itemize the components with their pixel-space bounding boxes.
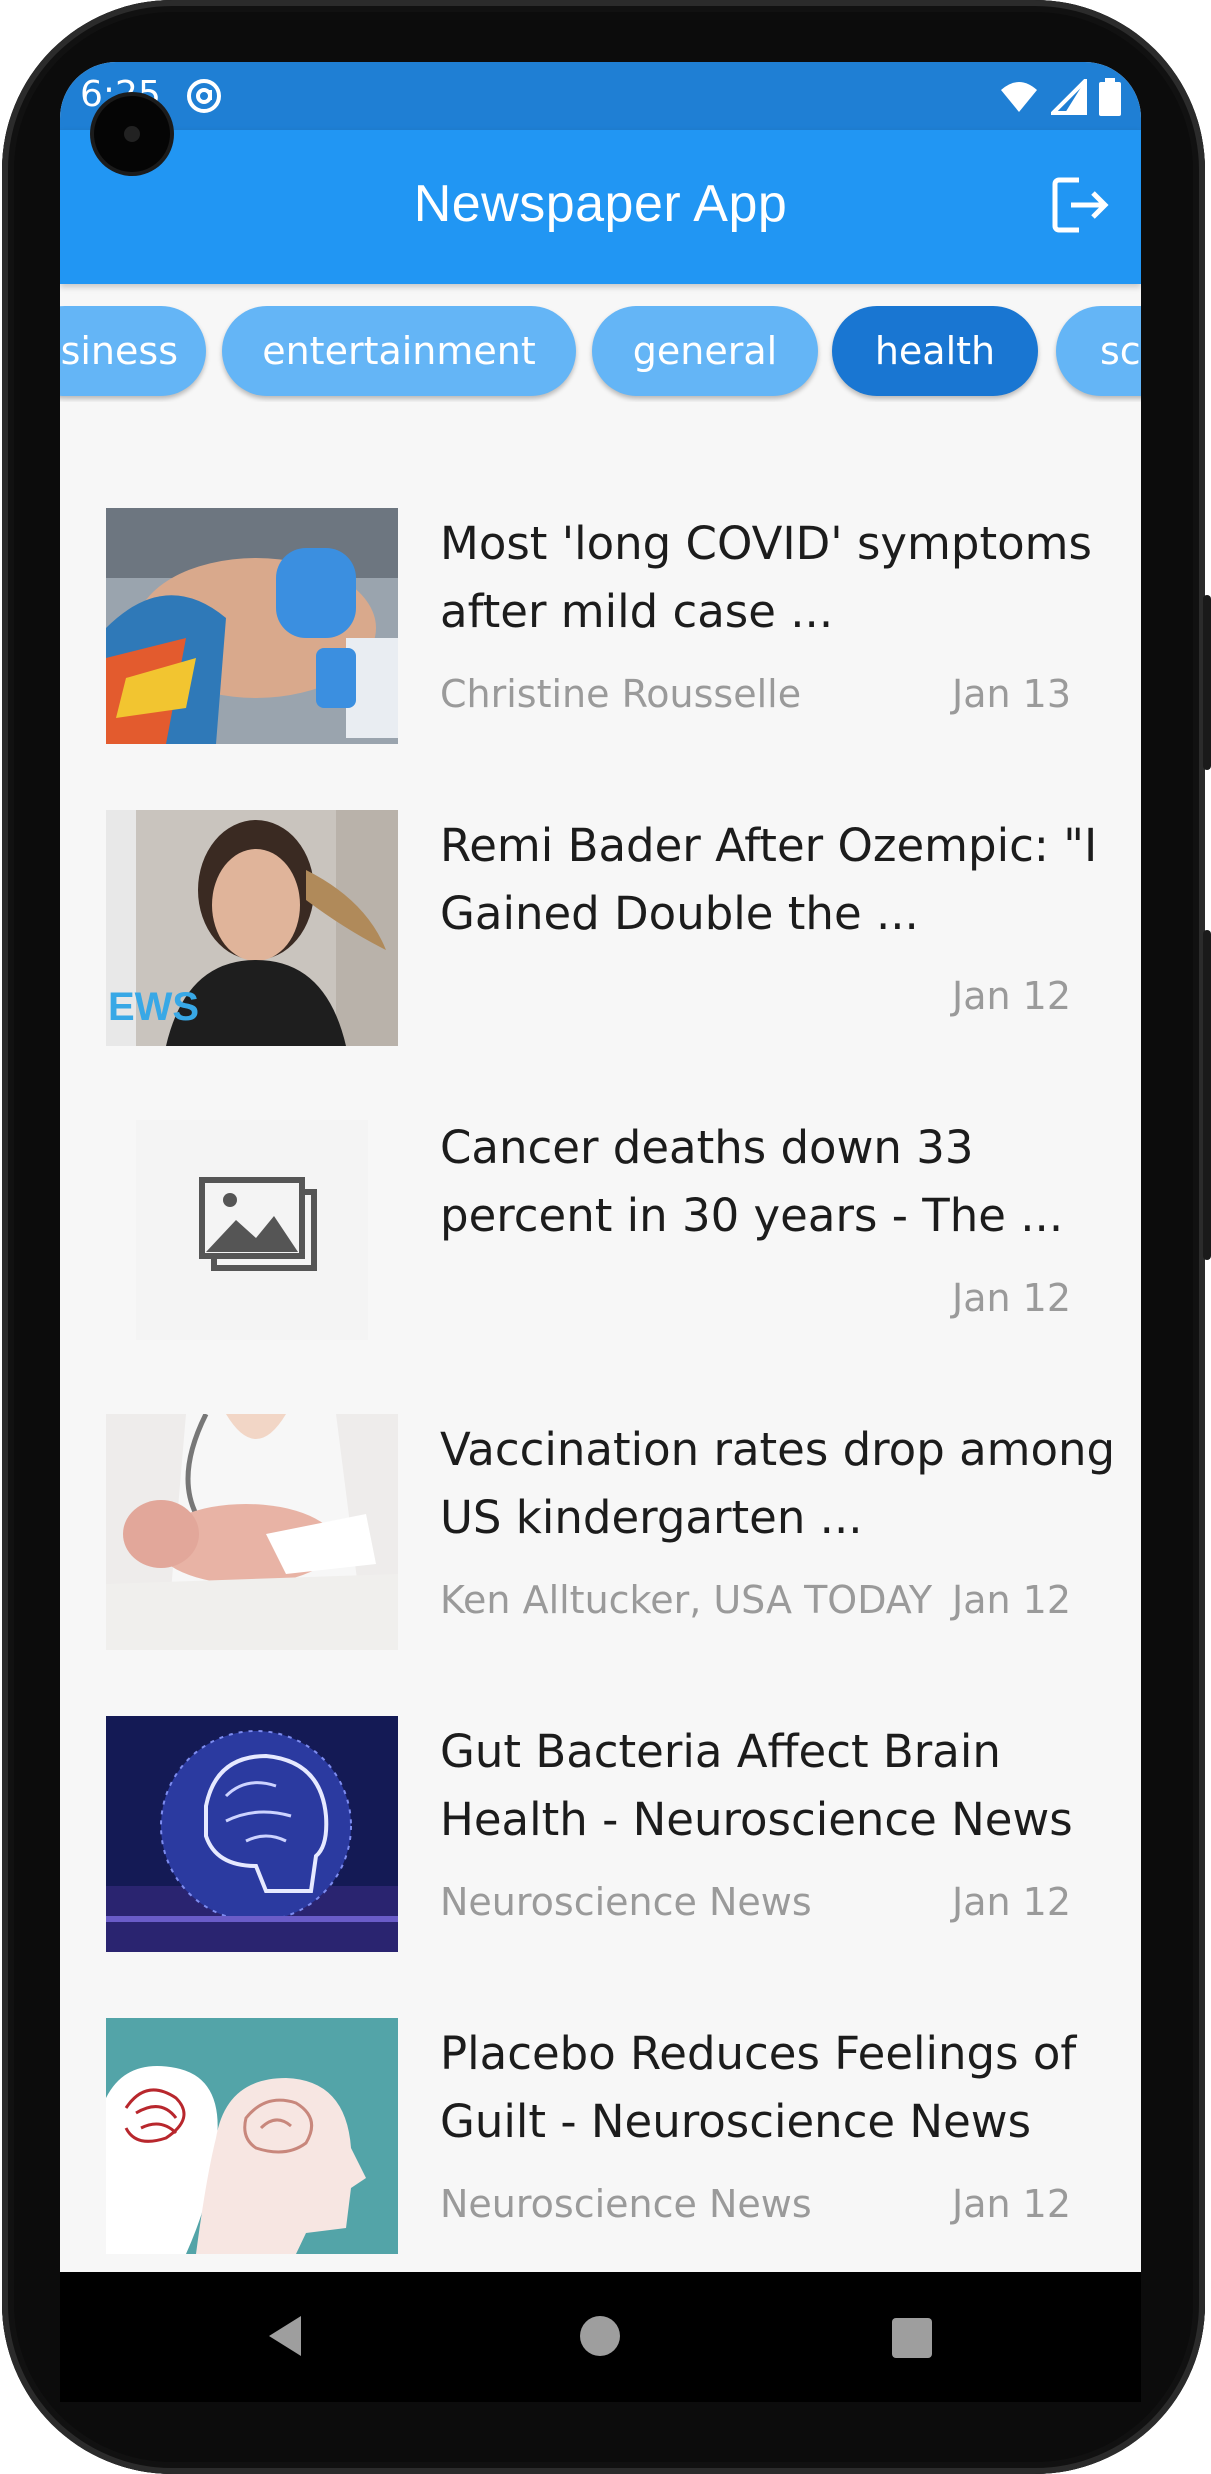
article-headline: Placebo Reduces Feelings of Guilt - Neur… [440,2027,1077,2148]
status-icons [999,78,1121,116]
wifi-icon [1001,82,1037,112]
article-thumbnail [106,508,398,744]
portrait-photo-icon: EWS [106,810,398,1046]
screen: 6:25 Newspaper App siness entertainment … [60,62,1141,2272]
article-headline: Cancer deaths down 33 percent in 30 year… [440,1121,1064,1242]
chip-label: health [874,329,996,373]
chip-label: general [632,329,778,373]
app-bar: Newspaper App [60,130,1141,284]
battery-icon [1099,78,1121,116]
article-source: Christine Rousselle [440,672,802,716]
article-source: Ken Alltucker, USA TODAY [440,1578,933,1622]
volume-button [1203,930,1211,1260]
app-title: Newspaper App [413,175,788,233]
power-button [1203,595,1211,770]
article-item[interactable]: EWS Remi Bader After Ozempic: "I Gained … [60,810,1141,1070]
logout-icon[interactable] [1049,174,1111,236]
article-headline: Most 'long COVID' symptoms after mild ca… [440,517,1092,638]
at-sign-icon [187,79,221,113]
brain-heads-illustration-icon [106,2018,398,2254]
home-icon[interactable] [580,2316,620,2356]
recents-icon[interactable] [892,2318,932,2358]
article-date: Jan 12 [951,1880,1071,1924]
article-source: Neuroscience News [440,1880,812,1924]
chip-entertainment[interactable]: entertainment [222,306,576,396]
back-icon[interactable] [265,2314,305,2358]
signal-icon [1051,79,1087,115]
article-headline: Remi Bader After Ozempic: "I Gained Doub… [440,819,1098,940]
status-bar: 6:25 [60,62,1141,130]
article-source: Neuroscience News [440,2182,812,2226]
image-placeholder-icon [136,1120,368,1340]
article-thumbnail [106,1716,398,1952]
svg-text:EWS: EWS [108,985,199,1029]
brain-network-illustration-icon [106,1716,398,1952]
chip-health[interactable]: health [832,306,1038,396]
chip-general[interactable]: general [592,306,818,396]
front-camera [94,96,170,172]
article-date: Jan 12 [951,2182,1071,2226]
article-headline: Gut Bacteria Affect Brain Health - Neuro… [440,1725,1073,1846]
article-date: Jan 13 [951,672,1071,716]
chip-science[interactable]: sci [1056,306,1141,396]
baby-photo-icon [106,1414,398,1650]
article-date: Jan 12 [951,1578,1071,1622]
article-headline: Vaccination rates drop among US kinderga… [440,1423,1116,1544]
article-date: Jan 12 [951,974,1071,1018]
chip-label: siness [60,329,178,373]
chip-label: sci [1100,329,1141,373]
article-thumbnail [106,1112,398,1348]
navigation-bar [60,2272,1141,2402]
article-date: Jan 12 [951,1276,1071,1320]
article-item[interactable]: Placebo Reduces Feelings of Guilt - Neur… [60,2018,1141,2272]
chip-label: entertainment [262,329,536,373]
article-item[interactable]: Vaccination rates drop among US kinderga… [60,1414,1141,1674]
article-item[interactable]: Gut Bacteria Affect Brain Health - Neuro… [60,1716,1141,1976]
article-thumbnail: EWS [106,810,398,1046]
article-item[interactable]: Cancer deaths down 33 percent in 30 year… [60,1112,1141,1372]
article-thumbnail [106,2018,398,2254]
article-item[interactable]: Most 'long COVID' symptoms after mild ca… [60,508,1141,768]
covid-test-photo-icon [106,508,398,744]
category-chips: siness entertainment general health sci [60,306,1141,402]
chip-business[interactable]: siness [60,306,206,396]
article-thumbnail [106,1414,398,1650]
